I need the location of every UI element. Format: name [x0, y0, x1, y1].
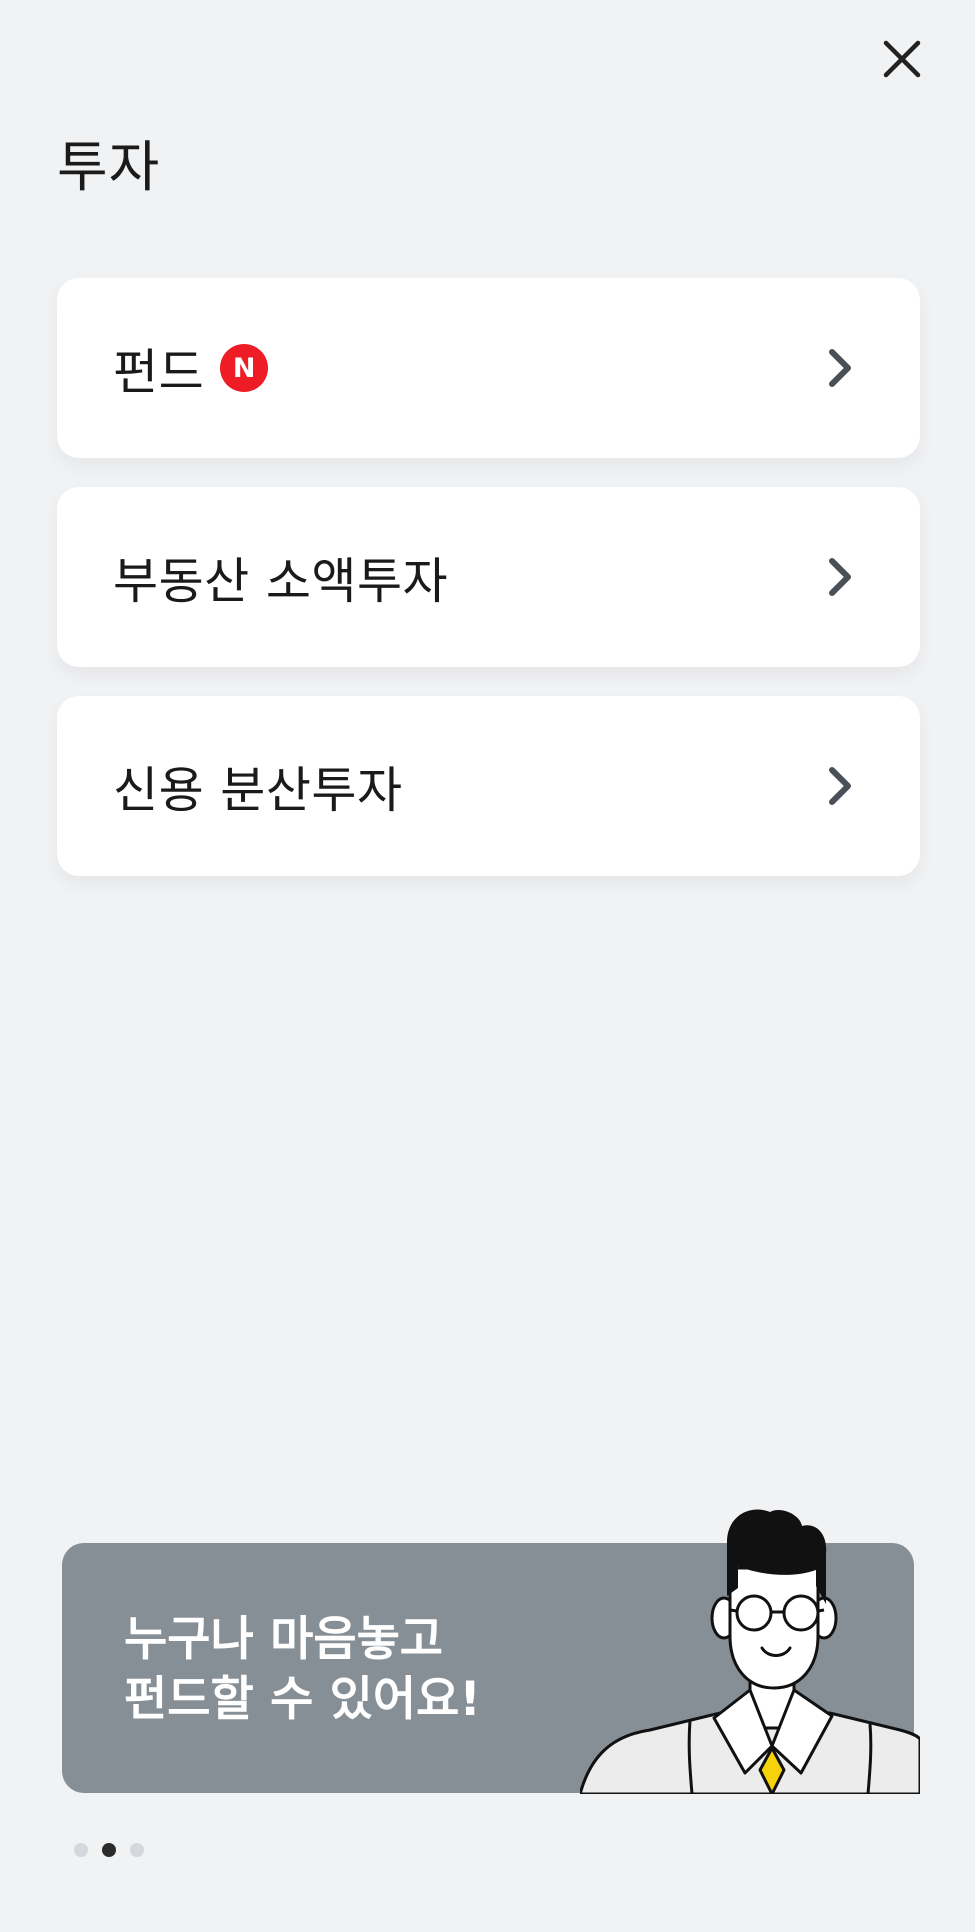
- menu-item-label: 펀드: [113, 343, 205, 401]
- banner-line-1: 누구나 마음놓고: [124, 1612, 444, 1667]
- page-title: 투자: [57, 135, 161, 199]
- banner-text: 누구나 마음놓고 펀드할 수 있어요!: [124, 1610, 481, 1730]
- close-button[interactable]: [873, 30, 931, 88]
- close-icon: [883, 40, 921, 78]
- chevron-right-icon: [816, 553, 864, 601]
- chevron-right-icon: [816, 344, 864, 392]
- pagination-dot[interactable]: [130, 1843, 144, 1857]
- pagination-dot-active[interactable]: [102, 1843, 116, 1857]
- banner-line-2: 펀드할 수 있어요!: [124, 1672, 481, 1727]
- character-illustration: [580, 1508, 920, 1794]
- chevron-right-icon: [816, 762, 864, 810]
- menu-item-real-estate[interactable]: 부동산 소액투자: [57, 487, 920, 667]
- pagination-dots: [74, 1843, 144, 1857]
- menu-item-label: 부동산 소액투자: [113, 552, 449, 610]
- new-badge: N: [220, 344, 269, 392]
- menu-item-label: 신용 분산투자: [113, 761, 403, 819]
- menu-item-fund[interactable]: 펀드 N: [57, 278, 920, 458]
- pagination-dot[interactable]: [74, 1843, 88, 1857]
- menu-item-credit[interactable]: 신용 분산투자: [57, 696, 920, 876]
